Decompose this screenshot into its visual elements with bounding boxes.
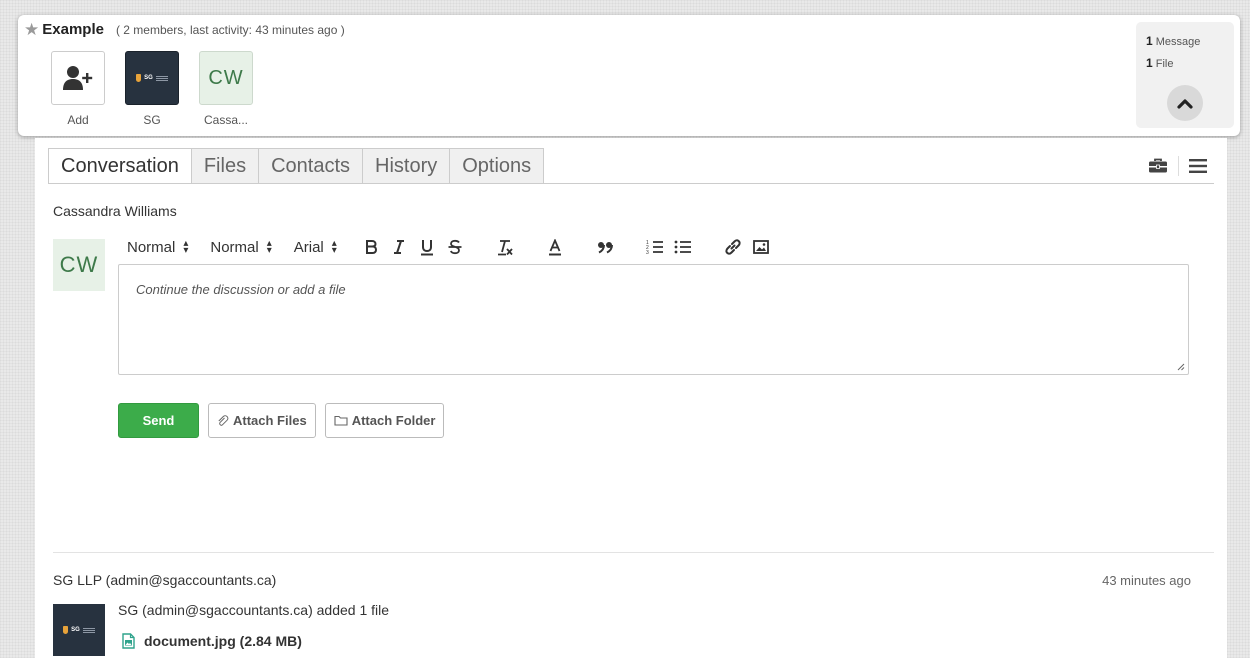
top-tools [1148,156,1207,176]
text-color-button[interactable] [543,235,567,259]
tab-divider [48,183,1214,184]
file-count: 1 File [1146,56,1224,70]
font-select[interactable]: Arial ▴ ▾ [294,239,337,256]
conversation-title: Example [42,21,104,38]
tab-history[interactable]: History [363,148,451,184]
image-icon [752,240,769,254]
chevron-up-icon [1177,99,1193,109]
heading-select[interactable]: Normal ▴ ▾ [127,239,188,256]
attachment-name: document.jpg (2.84 MB) [144,633,302,649]
composer-actions: Send Attach Files Attach Folder [118,403,445,438]
size-select-value: Normal [210,238,259,256]
member-label: SG [143,113,161,127]
message-sender: SG LLP (admin@sgaccountants.ca) [53,572,277,588]
member-label: Cassa... [203,113,248,127]
sender-avatar: SG [53,604,105,656]
bold-icon [365,240,377,254]
clear-format-button[interactable] [493,235,517,259]
underline-button[interactable] [415,235,439,259]
attach-folder-button[interactable]: Attach Folder [324,403,445,438]
attachment-link[interactable]: document.jpg (2.84 MB) [122,633,302,649]
tab-conversation[interactable]: Conversation [48,148,192,184]
add-user-icon [63,66,93,90]
author-avatar: CW [53,239,105,291]
font-select-value: Arial [293,238,324,256]
member-list: Add SG SG CW Cassa... [50,51,254,127]
editor-toolbar: Normal ▴ ▾ Normal ▴ ▾ Arial ▴ ▾ 1 2 3 [127,234,777,260]
italic-button[interactable] [387,235,411,259]
folder-icon [334,415,348,426]
tab-options[interactable]: Options [450,148,545,184]
member-label: Add [67,113,89,127]
select-arrows-icon: ▴ ▾ [183,238,189,256]
text-color-icon [548,238,561,255]
member-sg[interactable]: SG SG [124,51,180,127]
shield-icon [136,74,142,82]
logo-lines [82,627,95,633]
attach-folder-label: Attach Folder [351,413,436,428]
star-icon[interactable]: ★ [24,21,39,38]
file-count-value: 1 [1146,56,1153,70]
resize-grip-icon[interactable] [1177,363,1185,371]
logo-lines [155,75,168,81]
hamburger-menu-icon[interactable] [1189,158,1207,174]
select-arrows-icon: ▴ ▾ [331,238,337,256]
sg-logo: SG [136,74,168,82]
stats-panel: 1 Message 1 File [1136,22,1234,128]
conversation-meta: ( 2 members, last activity: 43 minutes a… [115,22,345,37]
cw-initials-avatar[interactable]: CW [199,51,253,105]
shield-icon [63,626,69,634]
link-icon [725,239,741,255]
member-cw[interactable]: CW Cassa... [198,51,254,127]
sg-logo: SG [63,626,95,634]
paperclip-icon [218,414,229,426]
link-button[interactable] [721,235,745,259]
message-count-label: Message [1155,36,1201,48]
strike-button[interactable] [443,235,467,259]
sg-logo-text: SG [71,627,80,633]
svg-text:3: 3 [646,250,649,255]
image-button[interactable] [749,235,773,259]
tab-contacts[interactable]: Contacts [259,148,364,184]
size-select[interactable]: Normal ▴ ▾ [210,239,271,256]
strikethrough-icon [448,239,462,255]
image-file-icon [122,633,135,649]
bold-button[interactable] [359,235,383,259]
conversation-header: ★ Example ( 2 members, last activity: 43… [18,15,1240,136]
underline-icon [420,239,433,255]
heading-select-value: Normal [127,238,176,256]
send-button[interactable]: Send [118,403,199,438]
editor-placeholder: Continue the discussion or add a file [136,282,346,297]
blockquote-button[interactable] [593,235,617,259]
message-text: SG (admin@sgaccountants.ca) added 1 file [118,602,390,618]
ordered-list-button[interactable]: 123 [643,235,667,259]
composer-author: Cassandra Williams [53,203,177,219]
message-editor[interactable]: Continue the discussion or add a file [118,264,1189,375]
tool-separator [1178,156,1179,176]
title-row: ★ Example ( 2 members, last activity: 43… [24,21,345,38]
attach-files-label: Attach Files [233,413,307,428]
message-count: 1 Message [1146,34,1224,48]
bullet-list-button[interactable] [671,235,695,259]
tab-files[interactable]: Files [191,148,260,184]
italic-icon [393,240,404,254]
message-timestamp: 43 minutes ago [1102,573,1191,588]
sg-logo-text: SG [144,75,153,81]
select-arrows-icon: ▴ ▾ [266,238,272,256]
file-count-label: File [1155,58,1174,70]
message-count-value: 1 [1146,34,1153,48]
add-member-tile[interactable] [51,51,105,105]
collapse-button[interactable] [1167,85,1203,121]
bullet-list-icon [674,240,691,254]
quote-icon [597,242,613,254]
add-member-button[interactable]: Add [50,51,106,127]
attach-files-button[interactable]: Attach Files [208,403,316,438]
message-divider [53,552,1214,553]
toolbox-icon[interactable] [1148,158,1168,174]
main-panel: Conversation Files Contacts History Opti… [35,138,1227,658]
tab-bar: Conversation Files Contacts History Opti… [48,148,545,184]
sg-logo-avatar[interactable]: SG [125,51,179,105]
ordered-list-icon: 123 [646,240,663,255]
clear-format-icon [497,239,513,255]
